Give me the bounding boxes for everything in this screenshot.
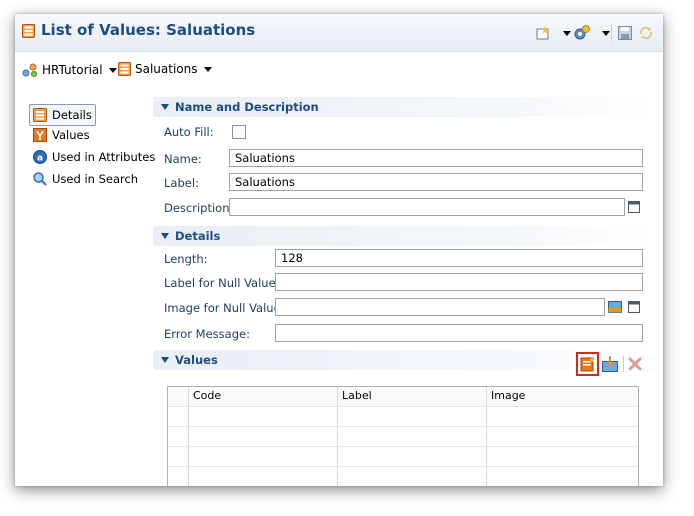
- collapse-triangle-icon[interactable]: [161, 357, 169, 363]
- label-cell[interactable]: [338, 467, 487, 486]
- row-selector[interactable]: [168, 427, 189, 446]
- image-cell[interactable]: [487, 447, 638, 466]
- lov-icon: [118, 62, 131, 76]
- label-cell[interactable]: [338, 407, 487, 426]
- search-icon: [33, 172, 47, 186]
- table-row[interactable]: [168, 467, 638, 486]
- new-item-dropdown-icon[interactable]: [563, 31, 571, 36]
- chevron-down-icon[interactable]: [203, 66, 212, 72]
- table-row[interactable]: [168, 407, 638, 427]
- length-input[interactable]: 128: [275, 249, 643, 267]
- values-icon: [33, 128, 47, 142]
- section-name-description-header[interactable]: Name and Description: [153, 97, 653, 117]
- breadcrumb-object[interactable]: Saluations: [118, 62, 212, 76]
- lov-icon: [22, 24, 35, 38]
- table-header-row: Code Label Image: [168, 387, 638, 407]
- section-title: Values: [175, 353, 218, 367]
- gear-tools-icon[interactable]: [572, 24, 592, 42]
- label-cell[interactable]: [338, 447, 487, 466]
- attribute-icon: a: [33, 150, 47, 164]
- chevron-down-icon[interactable]: [108, 67, 117, 73]
- description-input[interactable]: [229, 198, 625, 216]
- table-row[interactable]: [168, 427, 638, 447]
- expand-text-icon[interactable]: [628, 301, 640, 313]
- section-title: Name and Description: [175, 100, 319, 114]
- image-picker-icon[interactable]: [608, 301, 622, 313]
- nav-item-details[interactable]: Details: [29, 104, 96, 126]
- label-cell[interactable]: [338, 427, 487, 446]
- refresh-icon[interactable]: [637, 24, 655, 42]
- row-selector[interactable]: [168, 407, 189, 426]
- image-cell[interactable]: [487, 427, 638, 446]
- import-values-icon[interactable]: [601, 355, 619, 373]
- row-selector-header: [168, 387, 189, 406]
- row-selector[interactable]: [168, 447, 189, 466]
- auto-fill-checkbox[interactable]: [232, 125, 246, 139]
- nav-item-used-in-attributes[interactable]: a Used in Attributes: [30, 147, 155, 167]
- expand-text-icon[interactable]: [628, 201, 640, 213]
- column-header-code[interactable]: Code: [189, 387, 338, 406]
- code-cell[interactable]: [189, 427, 338, 446]
- column-header-image[interactable]: Image: [487, 387, 638, 406]
- row-selector[interactable]: [168, 467, 189, 486]
- section-details-header[interactable]: Details: [153, 226, 653, 246]
- nav-item-label: Used in Search: [52, 172, 139, 186]
- add-value-button[interactable]: [576, 352, 599, 376]
- length-label: Length:: [164, 252, 208, 266]
- description-label: Description:: [164, 201, 234, 215]
- image-cell[interactable]: [487, 467, 638, 486]
- null-image-input[interactable]: [275, 298, 605, 316]
- editor-header: List of Values: Saluations: [15, 14, 663, 52]
- collapse-triangle-icon[interactable]: [161, 104, 169, 110]
- breadcrumb-object-label: Saluations: [135, 62, 198, 76]
- breadcrumb-project[interactable]: HRTutorial: [22, 62, 117, 78]
- code-cell[interactable]: [189, 467, 338, 486]
- values-table: Code Label Image: [167, 386, 639, 486]
- svg-text:a: a: [37, 154, 43, 164]
- nav-item-used-in-search[interactable]: Used in Search: [30, 169, 138, 189]
- gear-dropdown-icon[interactable]: [602, 31, 610, 36]
- image-cell[interactable]: [487, 407, 638, 426]
- section-title: Details: [175, 229, 221, 243]
- null-image-label: Image for Null Value:: [164, 301, 285, 315]
- breadcrumb-project-label: HRTutorial: [42, 63, 103, 77]
- null-label-input[interactable]: [275, 273, 643, 291]
- null-label-label: Label for Null Value:: [164, 276, 280, 290]
- code-cell[interactable]: [189, 407, 338, 426]
- name-label: Name:: [164, 152, 202, 166]
- error-message-input[interactable]: [275, 324, 643, 342]
- new-item-icon[interactable]: [535, 24, 553, 42]
- toolbar-divider: [611, 25, 612, 41]
- toolbar-divider: [623, 356, 624, 372]
- code-cell[interactable]: [189, 447, 338, 466]
- name-input[interactable]: Saluations: [229, 149, 643, 167]
- delete-icon[interactable]: [628, 357, 642, 371]
- label-input[interactable]: Saluations: [229, 173, 643, 191]
- lov-editor-window: List of Values: Saluations HRTutorial Sa…: [15, 14, 663, 486]
- nav-item-label: Values: [52, 128, 90, 142]
- page-title: List of Values: Saluations: [41, 21, 256, 39]
- add-row-icon: [580, 357, 595, 372]
- collapse-triangle-icon[interactable]: [161, 233, 169, 239]
- auto-fill-label: Auto Fill:: [164, 125, 214, 139]
- nav-item-values[interactable]: Values: [30, 125, 90, 145]
- label-label: Label:: [164, 176, 199, 190]
- column-header-label[interactable]: Label: [338, 387, 487, 406]
- table-row[interactable]: [168, 447, 638, 467]
- nav-item-label: Details: [52, 108, 92, 122]
- lov-details-icon: [33, 108, 47, 122]
- nav-item-label: Used in Attributes: [52, 150, 156, 164]
- project-icon: [22, 63, 37, 77]
- save-icon[interactable]: [617, 24, 633, 42]
- error-message-label: Error Message:: [164, 327, 250, 341]
